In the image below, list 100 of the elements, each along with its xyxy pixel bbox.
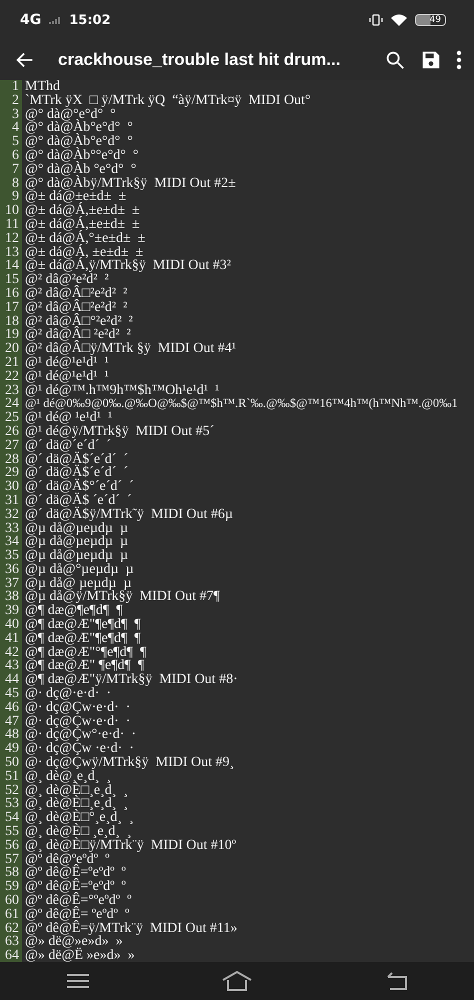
code-line: @¸ dè@È□°¸e¸d¸ ¸ (24, 811, 135, 826)
code-line: @º dê@Ê=°ºeºdº º (24, 894, 132, 908)
line-number: 54 (4, 811, 20, 826)
code-line: @± dá@Á,±e±d± ± (24, 204, 141, 218)
line-number: 33 (4, 522, 20, 536)
line-number: 5 (11, 135, 20, 149)
signal-icon (49, 16, 62, 24)
line-number: 2 (11, 94, 20, 108)
line-number: 45 (4, 687, 20, 701)
line-number: 23 (4, 384, 20, 398)
line-number: 9 (11, 190, 20, 204)
line-number: 21 (4, 356, 20, 370)
line-number: 27 (4, 438, 20, 453)
code-line: @² dâ@Â□²e²d² ² (24, 286, 128, 301)
line-number: 38 (4, 590, 20, 604)
line-number: 1 (11, 80, 20, 94)
line-number: 41 (4, 632, 20, 646)
code-line: @µ då@°µeµdµ µ (24, 562, 135, 577)
line-number: 62 (4, 922, 20, 936)
code-line: @± dá@Á,±e±d± ± (24, 218, 141, 232)
line-number: 22 (4, 370, 20, 384)
line-number: 19 (4, 328, 20, 342)
code-line: @» dë@»e»d» » (24, 935, 123, 950)
line-number: 18 (4, 314, 20, 328)
code-line: @µ då@ÿ/MTrk§ÿ MIDI Out #7¶ (24, 590, 221, 604)
code-line: @² dâ@²e²d² ² (24, 273, 109, 287)
line-number: 51 (4, 770, 20, 784)
code-line: @¸ dè@È□¸e¸d¸ ¸ (24, 784, 130, 798)
line-number: 43 (4, 659, 20, 674)
code-line: MThd (24, 80, 61, 94)
line-number: 63 (4, 935, 20, 950)
code-line: @² dâ@Â□²e²d² ² (24, 300, 128, 315)
line-number: 24 (4, 397, 20, 412)
code-line: @´ dä@Ä$´e´d´ ´ (24, 466, 130, 480)
line-number: 17 (4, 300, 20, 315)
line-number: 36 (4, 562, 20, 577)
code-line: @¶ dæ@Æ"ÿ/MTrk§ÿ MIDI Out #8· (24, 673, 239, 688)
code-line: @¹ dé@¹e¹d¹ ¹ (24, 370, 109, 384)
line-number: 31 (4, 494, 20, 508)
code-line: @· dç@·e·d· · (24, 687, 112, 701)
line-number: 37 (4, 576, 20, 590)
code-line: @º dê@Ê=ºeºdº º (24, 866, 127, 880)
code-line: @¶ dæ@Æ"°¶e¶d¶ ¶ (24, 646, 148, 660)
line-number: 6 (11, 148, 20, 163)
code-line: @´ dä@Ä$´e´d´ ´ (24, 452, 130, 466)
more-icon (456, 49, 462, 71)
code-line: @º dê@Ê= ºeºdº º (24, 908, 130, 922)
code-line: @· dç@Çw°·e·d· · (24, 728, 138, 742)
line-number: 25 (4, 411, 20, 425)
line-number: 30 (4, 480, 20, 494)
code-line: @¸ dè@¸e¸d¸ ¸ (24, 770, 112, 784)
code-line: @· dç@Çw·e·d· · (24, 700, 132, 715)
line-number: 14 (4, 259, 20, 274)
search-icon (384, 49, 406, 71)
line-number: 16 (4, 286, 20, 301)
line-number: 48 (4, 728, 20, 742)
line-number: 40 (4, 618, 20, 632)
code-line: @º dê@ºeºdº º (24, 852, 110, 866)
code-line: @´ dä@Ä$°´e´d´ ´ (24, 480, 135, 494)
code-line: @¹ dé@¹e¹d¹ ¹ (24, 356, 109, 370)
code-line: @´ dä@´e´d´ ´ (24, 438, 112, 453)
code-line: @¶ dæ@Æ" ¶e¶d¶ ¶ (24, 659, 144, 674)
file-title: crackhouse_trouble last hit drum... (57, 50, 342, 70)
line-number: 44 (4, 673, 20, 688)
line-number: 49 (4, 742, 20, 756)
save-icon (420, 49, 442, 71)
code-line: @º dê@Ê=ÿ/MTrk¨ÿ MIDI Out #11» (24, 922, 238, 936)
battery-indicator: 49 (414, 14, 446, 26)
code-line: @¶ dæ@Æ"¶e¶d¶ ¶ (24, 632, 142, 646)
code-line: @° dà@Àb °e°d° ° (24, 162, 136, 177)
network-type: 4G (20, 12, 42, 28)
line-number: 8 (11, 176, 20, 190)
line-number: 60 (4, 894, 20, 908)
code-line: @· dç@Çwÿ/MTrk§ÿ MIDI Out #9¸ (24, 756, 236, 770)
code-line: `MTrk ÿX □ ÿ/MTrk ÿQ “àÿ/MTrk¤ÿ MIDI Out° (24, 94, 312, 108)
code-line: @² dâ@Â□ ²e²d² ² (24, 328, 131, 342)
code-line: @µ då@µeµdµ µ (24, 549, 130, 563)
line-number: 58 (4, 866, 20, 880)
code-line: @± dá@Á,ÿ/MTrk§ÿ MIDI Out #3² (24, 259, 232, 274)
code-line: @µ då@ µeµdµ µ (24, 576, 132, 590)
line-number: 56 (4, 838, 20, 853)
code-line: @¹ dé@ÿ/MTrk§ÿ MIDI Out #5´ (24, 424, 216, 439)
wifi-icon (390, 14, 407, 26)
code-line: @± dá@±e±d± ± (24, 190, 126, 204)
line-number: 29 (4, 466, 20, 480)
code-line: @± dá@Á, ±e±d± ± (24, 246, 144, 260)
code-line: @¶ dæ@¶e¶d¶ ¶ (24, 604, 123, 618)
code-line: @° dà@°e°d° ° (24, 108, 116, 122)
line-number: 4 (11, 121, 20, 136)
line-number: 32 (4, 508, 20, 522)
line-number: 13 (4, 246, 20, 260)
code-line: @² dâ@Â□°²e²d² ² (24, 314, 134, 328)
clock: 15:02 (69, 12, 111, 28)
line-number: 15 (4, 273, 20, 287)
code-line: @¸ dè@È□¸e¸d¸ ¸ (24, 797, 130, 812)
line-number: 7 (11, 162, 20, 177)
code-line: @¹ dé@0‰9@0‰.@‰O@‰$@™$h™.R`‰.@‰$@™16™4h™(h™Nh™.@0‰1 (24, 397, 459, 412)
line-number: 47 (4, 714, 20, 728)
code-line: @² dâ@Â□ÿ/MTrk §ÿ MIDI Out #4¹ (24, 342, 237, 356)
line-number: 57 (4, 852, 20, 866)
